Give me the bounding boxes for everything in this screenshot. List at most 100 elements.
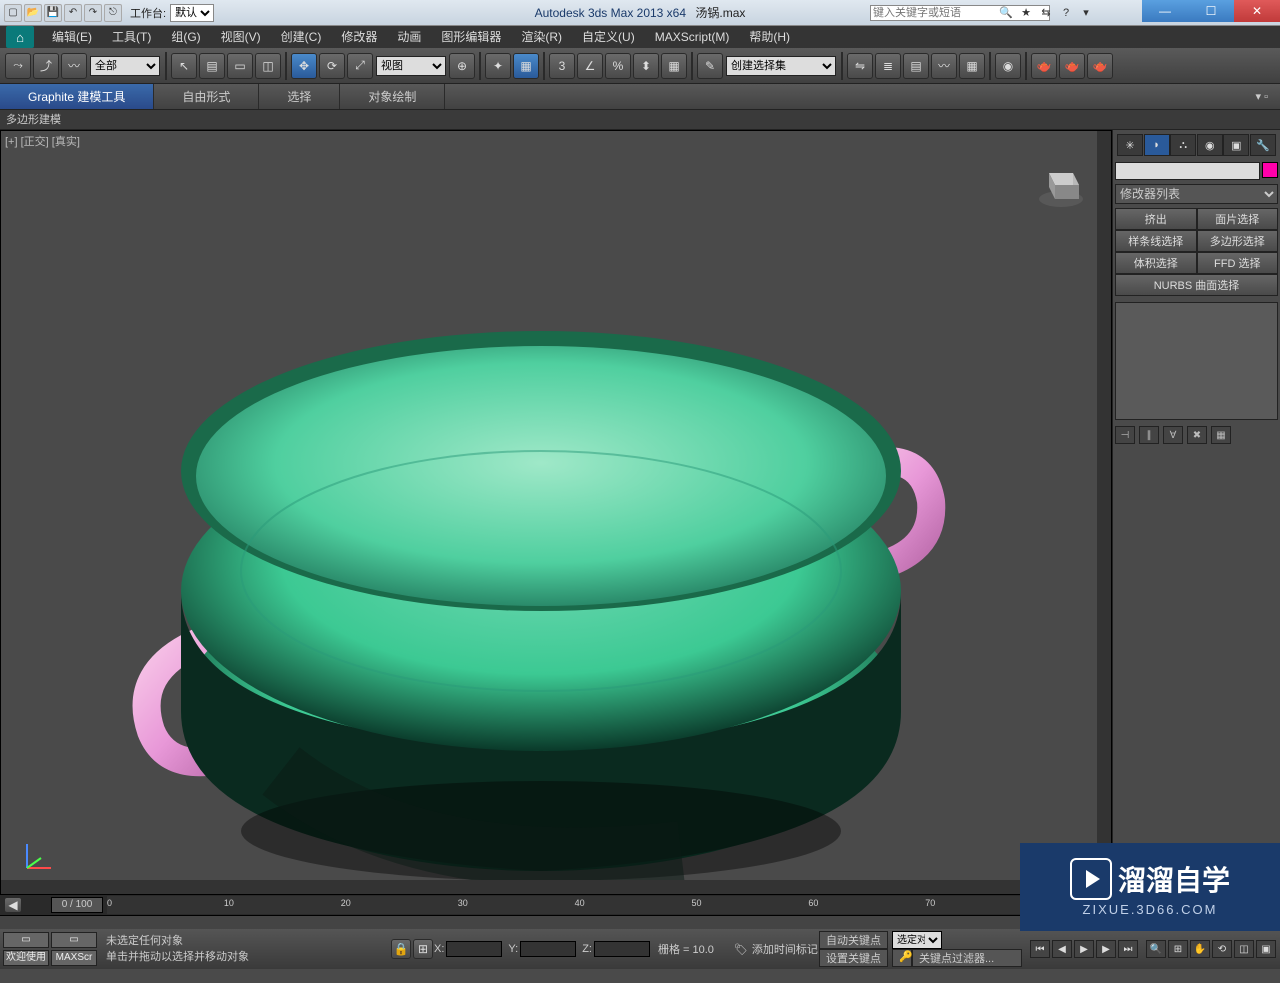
scale-icon[interactable]: ⤢ <box>347 53 373 79</box>
viewport-label[interactable]: [+] [正交] [真实] <box>5 133 80 149</box>
welcome-button[interactable]: 欢迎使用 <box>3 950 49 966</box>
menu-customize[interactable]: 自定义(U) <box>572 26 645 48</box>
mirror-icon[interactable]: ⇋ <box>847 53 873 79</box>
close-button[interactable]: ✕ <box>1234 0 1280 22</box>
select-object-icon[interactable]: ↖ <box>171 53 197 79</box>
rollout-area[interactable] <box>1115 450 1278 860</box>
btn-poly-select[interactable]: 多边形选择 <box>1197 230 1279 252</box>
cp-tab-display-icon[interactable]: ▣ <box>1223 134 1249 156</box>
select-region-rect-icon[interactable]: ▭ <box>227 53 253 79</box>
menu-rendering[interactable]: 渲染(R) <box>511 26 572 48</box>
zoom-all-icon[interactable]: ⊞ <box>1168 940 1188 958</box>
spinner-snap-icon[interactable]: ⬍ <box>633 53 659 79</box>
zoom-icon[interactable]: 🔍 <box>1146 940 1166 958</box>
prev-frame-icon[interactable]: ◀ <box>1052 940 1072 958</box>
menu-create[interactable]: 创建(C) <box>271 26 332 48</box>
minimize-button[interactable]: — <box>1142 0 1188 22</box>
isolate-toggle[interactable]: ▭ <box>3 932 49 948</box>
maxscript-button[interactable]: MAXScr <box>51 950 97 966</box>
time-tag-icon[interactable]: 🏷 <box>734 943 748 956</box>
window-crossing-icon[interactable]: ◫ <box>255 53 281 79</box>
manipulate-icon[interactable]: ✦ <box>485 53 511 79</box>
play-icon[interactable]: ▶ <box>1074 940 1094 958</box>
snap-3-icon[interactable]: 3 <box>549 53 575 79</box>
percent-snap-icon[interactable]: % <box>605 53 631 79</box>
show-end-icon[interactable]: ∥ <box>1139 426 1159 444</box>
cp-tab-utilities-icon[interactable]: 🔧 <box>1250 134 1276 156</box>
render-setup-icon[interactable]: 🫖 <box>1031 53 1057 79</box>
modifier-list-dropdown[interactable]: 修改器列表 <box>1115 184 1278 204</box>
star-icon[interactable]: ★ <box>1018 5 1034 21</box>
edged-faces-icon[interactable]: ▦ <box>661 53 687 79</box>
qat-undo-icon[interactable]: ↶ <box>64 4 82 22</box>
x-field[interactable] <box>446 941 502 957</box>
cp-tab-hierarchy-icon[interactable]: ⛬ <box>1170 134 1196 156</box>
add-time-tag[interactable]: 添加时间标记 <box>752 941 818 957</box>
menu-edit[interactable]: 编辑(E) <box>42 26 102 48</box>
viewcube-icon[interactable] <box>1029 151 1093 215</box>
y-field[interactable] <box>520 941 576 957</box>
menu-tools[interactable]: 工具(T) <box>102 26 161 48</box>
refcoord-selector[interactable]: 视图 <box>376 56 446 76</box>
btn-extrude[interactable]: 挤出 <box>1115 208 1197 230</box>
make-unique-icon[interactable]: ∀ <box>1163 426 1183 444</box>
selection-filter[interactable]: 全部 <box>90 56 160 76</box>
goto-end-icon[interactable]: ⏭ <box>1118 940 1138 958</box>
curve-editor-icon[interactable]: 〰 <box>931 53 957 79</box>
keyboard-shortcut-icon[interactable]: ▦ <box>513 53 539 79</box>
remove-mod-icon[interactable]: ✖ <box>1187 426 1207 444</box>
ribbon-dropdown-icon[interactable]: ▾ ▫ <box>1244 84 1280 109</box>
qat-redo-icon[interactable]: ↷ <box>84 4 102 22</box>
key-filters-button[interactable]: 关键点过滤器... <box>912 949 1022 967</box>
menu-modifiers[interactable]: 修改器 <box>331 26 387 48</box>
setkey-button[interactable]: 设置关键点 <box>819 949 888 967</box>
key-icon[interactable]: 🔑 <box>892 949 912 967</box>
named-selection-set[interactable]: 创建选择集 <box>726 56 836 76</box>
tab-selection[interactable]: 选择 <box>259 84 340 109</box>
maximize-button[interactable]: ☐ <box>1188 0 1234 22</box>
btn-ffd-select[interactable]: FFD 选择 <box>1197 252 1279 274</box>
angle-snap-icon[interactable]: ∠ <box>577 53 603 79</box>
btn-patch-select[interactable]: 面片选择 <box>1197 208 1279 230</box>
timeline-toggle-icon[interactable]: ◀ <box>4 897 22 913</box>
max-viewport-icon[interactable]: ▣ <box>1256 940 1276 958</box>
key-mode-selector[interactable]: 选定对 <box>892 931 942 949</box>
object-color-swatch[interactable] <box>1262 162 1278 178</box>
frame-indicator[interactable]: 0 / 100 <box>51 897 103 913</box>
viewport-vscrollbar[interactable] <box>1097 131 1111 880</box>
menu-animation[interactable]: 动画 <box>387 26 431 48</box>
bind-space-warp-icon[interactable]: 〰 <box>61 53 87 79</box>
orbit-icon[interactable]: ⟲ <box>1212 940 1232 958</box>
object-name-field[interactable] <box>1115 162 1260 180</box>
layer-icon[interactable]: ▤ <box>903 53 929 79</box>
z-field[interactable] <box>594 941 650 957</box>
cp-tab-modify-icon[interactable]: ◗ <box>1144 134 1170 156</box>
rotate-icon[interactable]: ⟳ <box>319 53 345 79</box>
render-icon[interactable]: 🫖 <box>1087 53 1113 79</box>
material-editor-icon[interactable]: ◉ <box>995 53 1021 79</box>
menu-views[interactable]: 视图(V) <box>211 26 271 48</box>
qat-open-icon[interactable]: 📂 <box>24 4 42 22</box>
btn-nurbs[interactable]: NURBS 曲面选择 <box>1115 274 1278 296</box>
render-frame-icon[interactable]: 🫖 <box>1059 53 1085 79</box>
unlink-icon[interactable]: ⤴ <box>33 53 59 79</box>
named-sel-edit-icon[interactable]: ✎ <box>697 53 723 79</box>
pivot-icon[interactable]: ⊕ <box>449 53 475 79</box>
btn-vol-select[interactable]: 体积选择 <box>1115 252 1197 274</box>
menu-group[interactable]: 组(G) <box>161 26 210 48</box>
fov-icon[interactable]: ◫ <box>1234 940 1254 958</box>
schematic-icon[interactable]: ▦ <box>959 53 985 79</box>
move-icon[interactable]: ✥ <box>291 53 317 79</box>
next-frame-icon[interactable]: ▶ <box>1096 940 1116 958</box>
ribbon-subtab[interactable]: 多边形建模 <box>0 110 1280 130</box>
workspace-selector[interactable]: 默认 <box>170 4 214 22</box>
qat-save-icon[interactable]: 💾 <box>44 4 62 22</box>
menu-grapheditors[interactable]: 图形编辑器 <box>431 26 511 48</box>
abs-rel-icon[interactable]: ⊞ <box>413 939 433 959</box>
exchange-icon[interactable]: ⇆ <box>1038 5 1054 21</box>
autokey-button[interactable]: 自动关键点 <box>819 931 888 949</box>
select-name-icon[interactable]: ▤ <box>199 53 225 79</box>
pan-icon[interactable]: ✋ <box>1190 940 1210 958</box>
tab-paint[interactable]: 对象绘制 <box>340 84 445 109</box>
sel-lock-toggle[interactable]: ▭ <box>51 932 97 948</box>
